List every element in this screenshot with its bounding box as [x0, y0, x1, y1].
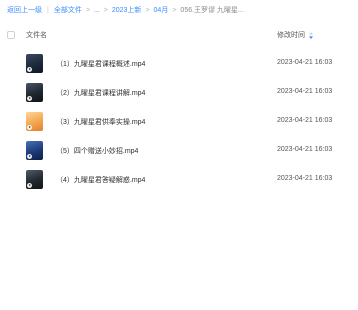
video-thumbnail[interactable]: [26, 141, 43, 160]
file-name[interactable]: （5）四个赠送小妙招.mp4: [56, 146, 138, 156]
file-modified-date: 2023-04-21 16:03: [277, 175, 333, 182]
play-icon: [27, 96, 32, 101]
play-icon: [27, 154, 32, 159]
play-icon: [27, 67, 32, 72]
breadcrumb-ellipsis[interactable]: ...: [94, 5, 100, 17]
play-icon: [27, 125, 32, 130]
video-thumbnail[interactable]: [26, 170, 43, 189]
file-modified-date: 2023-04-21 16:03: [277, 146, 333, 153]
file-modified-date: 2023-04-21 16:03: [277, 88, 333, 95]
back-link[interactable]: 返回上一级: [7, 5, 42, 17]
table-row[interactable]: （1）九曜星君课程概述.mp4 2023-04-21 16:03: [0, 51, 358, 77]
file-name[interactable]: （1）九曜星君课程概述.mp4: [56, 59, 145, 69]
table-row[interactable]: （2）九曜星君课程讲解.mp4 2023-04-21 16:03: [0, 80, 358, 106]
sort-icon[interactable]: [308, 31, 314, 40]
breadcrumb: 返回上一级 | 全部文件 > ... > 2023上新 > 04月 > 056.…: [7, 5, 244, 17]
video-thumbnail[interactable]: [26, 54, 43, 73]
table-row[interactable]: （3）九曜星君供奉实操.mp4 2023-04-21 16:03: [0, 109, 358, 135]
file-modified-date: 2023-04-21 16:03: [277, 59, 333, 66]
column-header-name[interactable]: 文件名: [26, 30, 47, 40]
breadcrumb-current: 056.王罗谬 九曜星...: [180, 7, 244, 14]
file-modified-date: 2023-04-21 16:03: [277, 117, 333, 124]
video-thumbnail[interactable]: [26, 112, 43, 131]
chevron-right-icon: >: [85, 7, 90, 14]
file-browser: 返回上一级 | 全部文件 > ... > 2023上新 > 04月 > 056.…: [0, 0, 358, 310]
table-row[interactable]: （5）四个赠送小妙招.mp4 2023-04-21 16:03: [0, 138, 358, 164]
file-name[interactable]: （4）九曜星君答疑解惑.mp4: [56, 175, 145, 185]
column-header-modified[interactable]: 修改时间: [277, 30, 305, 40]
breadcrumb-folder-2023[interactable]: 2023上新: [112, 5, 142, 17]
chevron-right-icon: >: [103, 7, 108, 14]
table-row[interactable]: （4）九曜星君答疑解惑.mp4 2023-04-21 16:03: [0, 167, 358, 193]
play-icon: [27, 183, 32, 188]
breadcrumb-all-files[interactable]: 全部文件: [54, 5, 82, 17]
breadcrumb-divider: |: [47, 7, 49, 14]
table-header: 文件名 修改时间: [0, 27, 358, 43]
file-name[interactable]: （3）九曜星君供奉实操.mp4: [56, 117, 145, 127]
breadcrumb-folder-04[interactable]: 04月: [154, 5, 169, 17]
file-name[interactable]: （2）九曜星君课程讲解.mp4: [56, 88, 145, 98]
video-thumbnail[interactable]: [26, 83, 43, 102]
select-all-checkbox[interactable]: [7, 31, 15, 39]
chevron-right-icon: >: [172, 7, 177, 14]
chevron-right-icon: >: [145, 7, 150, 14]
